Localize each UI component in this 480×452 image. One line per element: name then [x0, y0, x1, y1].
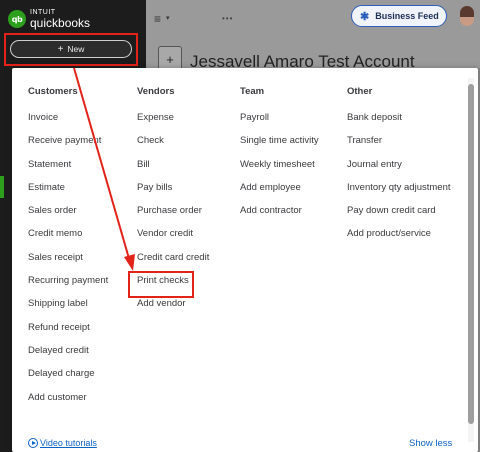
menu-item-add-vendor[interactable]: Add vendor [137, 298, 209, 321]
user-avatar[interactable] [460, 6, 474, 26]
column-title: Other [347, 86, 373, 97]
new-button-label: New [67, 44, 85, 54]
menu-item-statement[interactable]: Statement [28, 159, 108, 182]
quickbooks-logo[interactable]: qb INTUIT quickbooks [8, 8, 90, 30]
menu-item-pay-down-credit-card[interactable]: Pay down credit card [347, 205, 451, 228]
chevron-down-icon[interactable]: ▾ [166, 14, 170, 22]
column-title: Vendors [137, 86, 175, 97]
menu-item-check[interactable]: Check [137, 135, 209, 158]
menu-item-shipping-label[interactable]: Shipping label [28, 298, 108, 321]
column-title: Customers [28, 86, 78, 97]
menu-item-purchase-order[interactable]: Purchase order [137, 205, 209, 228]
team-column: Team Payroll Single time activity Weekly… [240, 86, 319, 228]
logo-line2: quickbooks [30, 16, 91, 30]
logo-line1: INTUIT [30, 9, 56, 16]
menu-item-sales-receipt[interactable]: Sales receipt [28, 252, 108, 275]
active-nav-marker [0, 176, 4, 198]
menu-item-journal-entry[interactable]: Journal entry [347, 159, 451, 182]
menu-item-single-time-activity[interactable]: Single time activity [240, 135, 319, 158]
menu-item-expense[interactable]: Expense [137, 112, 209, 135]
menu-item-delayed-credit[interactable]: Delayed credit [28, 345, 108, 368]
show-less-link[interactable]: Show less [409, 438, 452, 449]
sparkle-icon: ✱ [360, 10, 370, 23]
scrollbar[interactable] [468, 78, 474, 442]
menu-item-credit-memo[interactable]: Credit memo [28, 228, 108, 251]
menu-item-add-contractor[interactable]: Add contractor [240, 205, 319, 228]
menu-item-transfer[interactable]: Transfer [347, 135, 451, 158]
qb-logo-icon: qb [8, 10, 26, 28]
menu-item-refund-receipt[interactable]: Refund receipt [28, 322, 108, 345]
menu-item-add-product-service[interactable]: Add product/service [347, 228, 451, 251]
video-tutorials-label: Video tutorials [40, 438, 97, 448]
plus-icon: + [57, 43, 64, 55]
video-tutorials-link[interactable]: Video tutorials [28, 438, 97, 448]
menu-item-credit-card-credit[interactable]: Credit card credit [137, 252, 209, 275]
menu-item-bill[interactable]: Bill [137, 159, 209, 182]
play-circle-icon [28, 438, 38, 448]
menu-item-estimate[interactable]: Estimate [28, 182, 108, 205]
menu-item-add-employee[interactable]: Add employee [240, 182, 319, 205]
column-title: Team [240, 86, 265, 97]
menu-item-sales-order[interactable]: Sales order [28, 205, 108, 228]
menu-item-bank-deposit[interactable]: Bank deposit [347, 112, 451, 135]
scrollbar-thumb[interactable] [468, 84, 474, 424]
menu-item-print-checks[interactable]: Print checks [137, 275, 209, 298]
new-button[interactable]: + New [10, 40, 132, 58]
menu-item-pay-bills[interactable]: Pay bills [137, 182, 209, 205]
menu-item-invoice[interactable]: Invoice [28, 112, 108, 135]
menu-item-payroll[interactable]: Payroll [240, 112, 319, 135]
vendors-column: Vendors Expense Check Bill Pay bills Pur… [137, 86, 209, 322]
menu-item-delayed-charge[interactable]: Delayed charge [28, 368, 108, 391]
menu-item-add-customer[interactable]: Add customer [28, 392, 108, 415]
menu-item-inventory-qty-adjustment[interactable]: Inventory qty adjustment [347, 182, 451, 205]
account-switcher[interactable]: ••• [222, 14, 233, 23]
menu-item-weekly-timesheet[interactable]: Weekly timesheet [240, 159, 319, 182]
other-column: Other Bank deposit Transfer Journal entr… [347, 86, 451, 252]
business-feed-button[interactable]: ✱ Business Feed [351, 5, 447, 27]
new-menu-panel: Customers Invoice Receive payment Statem… [12, 68, 478, 452]
menu-item-recurring-payment[interactable]: Recurring payment [28, 275, 108, 298]
menu-item-vendor-credit[interactable]: Vendor credit [137, 228, 209, 251]
menu-item-receive-payment[interactable]: Receive payment [28, 135, 108, 158]
customers-column: Customers Invoice Receive payment Statem… [28, 86, 108, 415]
business-feed-label: Business Feed [375, 11, 439, 21]
hamburger-icon[interactable]: ≡ [154, 12, 161, 26]
